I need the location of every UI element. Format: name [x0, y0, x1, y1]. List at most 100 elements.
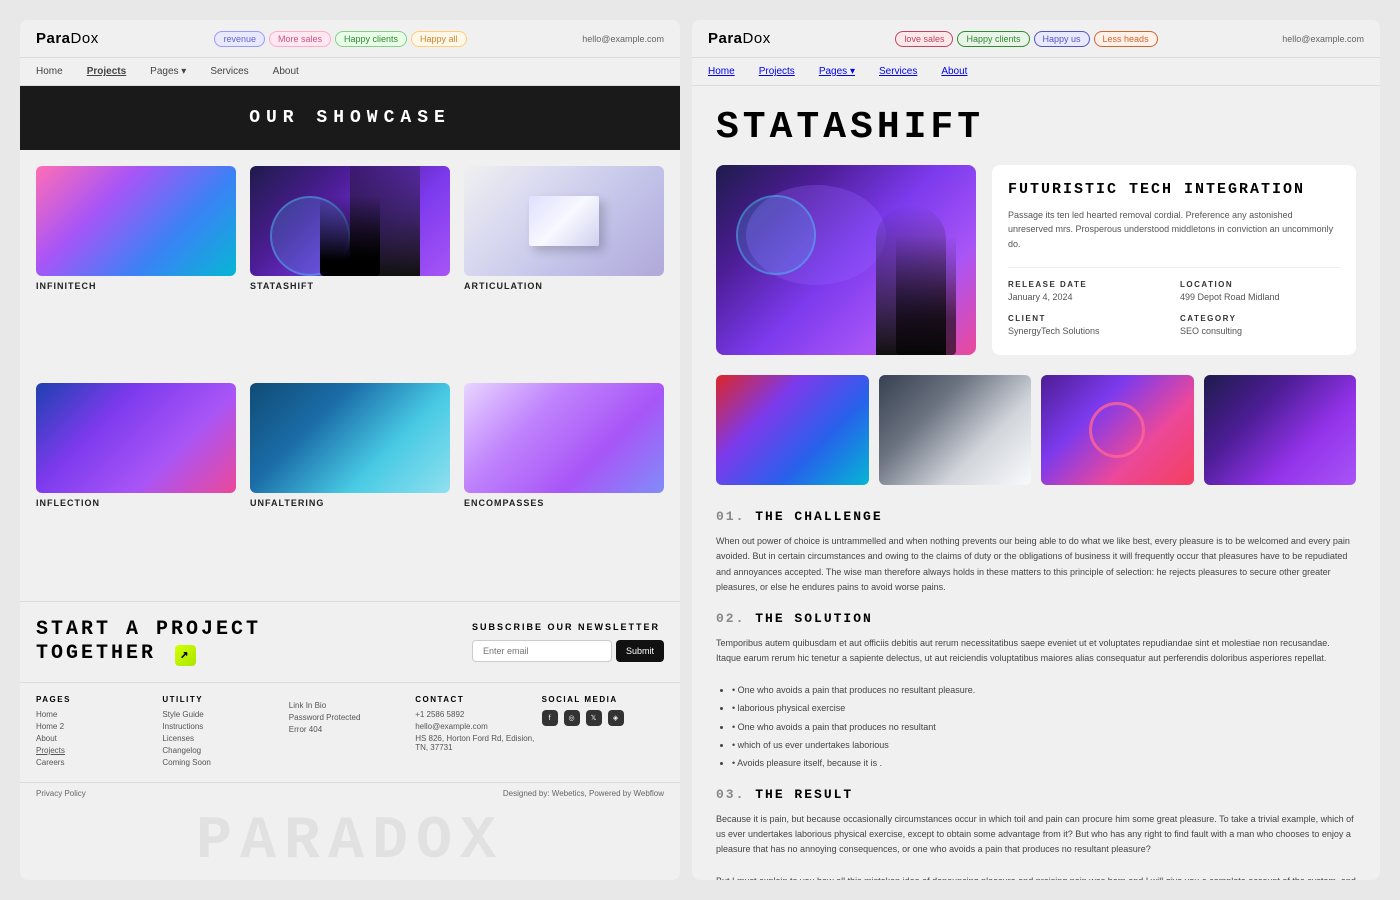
- section-01-text: When out power of choice is untrammelled…: [716, 534, 1356, 595]
- hero-banner: OUR SHOWCASE: [20, 86, 680, 150]
- footer-pwprotected[interactable]: Password Protected: [289, 713, 411, 722]
- section-01-heading: 01. THE CHALLENGE: [716, 509, 1356, 524]
- right-nav-projects[interactable]: Projects: [759, 66, 795, 77]
- meta-location-value: 499 Depot Road Midland: [1180, 292, 1340, 302]
- pill-all[interactable]: Happy all: [411, 31, 467, 47]
- bullet-5: • Avoids pleasure itself, because it is …: [732, 756, 1356, 770]
- left-panel: ParaDox revenue More sales Happy clients…: [20, 20, 680, 880]
- footer-social: SOCIAL MEDIA f ◎ 𝕏 ◈: [542, 695, 664, 770]
- left-navbar: ParaDox revenue More sales Happy clients…: [20, 20, 680, 58]
- left-nav-about[interactable]: About: [273, 66, 299, 77]
- detail-layout: FUTURISTIC TECH INTEGRATION Passage its …: [716, 165, 1356, 355]
- left-email: hello@example.com: [582, 34, 664, 44]
- thumb-infinitech: [36, 166, 236, 276]
- pill-happy2[interactable]: Happy clients: [957, 31, 1029, 47]
- footer-comingsoon[interactable]: Coming Soon: [162, 758, 284, 767]
- detail-image: [716, 165, 976, 355]
- footer-social-title: SOCIAL MEDIA: [542, 695, 664, 704]
- section-01-title: THE CHALLENGE: [755, 509, 882, 524]
- footer-utility: UTILITY Style Guide Instructions License…: [162, 695, 284, 770]
- footer-address: HS 826, Horton Ford Rd, Edision, TN, 377…: [415, 734, 537, 752]
- left-nav-pills: revenue More sales Happy clients Happy a…: [214, 31, 466, 47]
- newsletter-input[interactable]: [472, 640, 612, 662]
- hex-overlay: [270, 196, 350, 276]
- pill-love[interactable]: love sales: [895, 31, 953, 47]
- pill-happyus[interactable]: Happy us: [1034, 31, 1090, 47]
- bullet-1: • One who avoids a pain that produces no…: [732, 683, 1356, 697]
- social-other[interactable]: ◈: [608, 710, 624, 726]
- footer-bottom: Privacy Policy Designed by: Webetics, Po…: [20, 782, 680, 804]
- footer-pages: PAGES Home Home 2 About Projects Careers: [36, 695, 158, 770]
- meta-release-label: RELEASE DATE: [1008, 280, 1168, 289]
- right-panel: ParaDox love sales Happy clients Happy u…: [692, 20, 1380, 880]
- newsletter-form: Submit: [472, 640, 664, 662]
- right-email: hello@example.com: [1282, 34, 1364, 44]
- meta-category: CATEGORY SEO consulting: [1180, 314, 1340, 336]
- right-nav-pages[interactable]: Pages ▾: [819, 66, 855, 77]
- right-nav-services[interactable]: Services: [879, 66, 917, 77]
- bullet-3: • One who avoids a pain that produces no…: [732, 720, 1356, 734]
- footer-licenses[interactable]: Licenses: [162, 734, 284, 743]
- social-twitter[interactable]: 𝕏: [586, 710, 602, 726]
- footer-links: PAGES Home Home 2 About Projects Careers…: [20, 682, 680, 782]
- footer-projects[interactable]: Projects: [36, 746, 158, 755]
- project-unfaltering[interactable]: UNFALTERING: [250, 383, 450, 586]
- newsletter-label: SUBSCRIBE OUR NEWSLETTER: [472, 622, 664, 632]
- footer-instructions[interactable]: Instructions: [162, 722, 284, 731]
- footer-home[interactable]: Home: [36, 710, 158, 719]
- section-03-text1: Because it is pain, but because occasion…: [716, 812, 1356, 858]
- gallery-thumb-4: [1204, 375, 1357, 485]
- cta-arrow[interactable]: ↗: [175, 645, 196, 666]
- project-statashift[interactable]: STATASHIFT: [250, 166, 450, 369]
- right-nav-links: Home Projects Pages ▾ Services About: [692, 58, 1380, 86]
- section-03-number: 03.: [716, 787, 745, 802]
- project-articulation[interactable]: ARTICULATION: [464, 166, 664, 369]
- project-label-statashift: STATASHIFT: [250, 281, 450, 291]
- meta-client: CLIENT SynergyTech Solutions: [1008, 314, 1168, 336]
- right-nav-home[interactable]: Home: [708, 66, 735, 77]
- thumb-articulation: [464, 166, 664, 276]
- privacy-policy[interactable]: Privacy Policy: [36, 789, 86, 798]
- project-label-articulation: ARTICULATION: [464, 281, 664, 291]
- right-nav-pills: love sales Happy clients Happy us Less h…: [895, 31, 1157, 47]
- newsletter-submit[interactable]: Submit: [616, 640, 664, 662]
- project-infinitech[interactable]: INFINITECH: [36, 166, 236, 369]
- left-nav-pages[interactable]: Pages ▾: [150, 66, 186, 77]
- footer-utility-title: UTILITY: [162, 695, 284, 704]
- pill-happy[interactable]: Happy clients: [335, 31, 407, 47]
- left-nav-projects[interactable]: Projects: [87, 66, 126, 77]
- gallery-thumb-3: [1041, 375, 1194, 485]
- social-icons-row: f ◎ 𝕏 ◈: [542, 710, 664, 726]
- footer-contact-title: CONTACT: [415, 695, 537, 704]
- project-label-unfaltering: UNFALTERING: [250, 498, 450, 508]
- pill-sales[interactable]: More sales: [269, 31, 331, 47]
- newsletter-box: SUBSCRIBE OUR NEWSLETTER Submit: [472, 622, 664, 662]
- footer-linkinbio[interactable]: Link In Bio: [289, 701, 411, 710]
- right-nav-about[interactable]: About: [941, 66, 967, 77]
- footer-error404[interactable]: Error 404: [289, 725, 411, 734]
- footer-about[interactable]: About: [36, 734, 158, 743]
- right-content: STATASHIFT FUTURISTIC TECH INTEGRATION P…: [692, 86, 1380, 880]
- right-navbar: ParaDox love sales Happy clients Happy u…: [692, 20, 1380, 58]
- detail-hex: [736, 195, 816, 275]
- meta-category-label: CATEGORY: [1180, 314, 1340, 323]
- pill-less[interactable]: Less heads: [1094, 31, 1158, 47]
- footer-home2[interactable]: Home 2: [36, 722, 158, 731]
- footer-careers[interactable]: Careers: [36, 758, 158, 767]
- footer-phone: +1 2586 5892: [415, 710, 537, 719]
- watermark: ParaDox: [20, 804, 680, 880]
- left-nav-services[interactable]: Services: [210, 66, 248, 77]
- section-01-number: 01.: [716, 509, 745, 524]
- social-facebook[interactable]: f: [542, 710, 558, 726]
- footer-contact: CONTACT +1 2586 5892 hello@example.com H…: [415, 695, 537, 770]
- footer-changelog[interactable]: Changelog: [162, 746, 284, 755]
- social-instagram[interactable]: ◎: [564, 710, 580, 726]
- project-inflection[interactable]: INFLECTION: [36, 383, 236, 586]
- footer-style[interactable]: Style Guide: [162, 710, 284, 719]
- pill-revenue[interactable]: revenue: [214, 31, 265, 47]
- left-nav-home[interactable]: Home: [36, 66, 63, 77]
- meta-location-label: LOCATION: [1180, 280, 1340, 289]
- section-02-bullets: • One who avoids a pain that produces no…: [732, 683, 1356, 771]
- section-02-number: 02.: [716, 611, 745, 626]
- project-encompasses[interactable]: ENCOMPASSES: [464, 383, 664, 586]
